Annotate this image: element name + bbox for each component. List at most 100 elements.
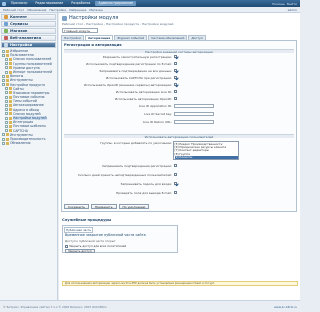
- logout-link[interactable]: Выйти: [287, 2, 297, 6]
- expand-toggle-icon[interactable]: [5, 129, 8, 133]
- option-row: Использовать CAPTCHA при регистрации:: [64, 75, 294, 80]
- expand-toggle-icon[interactable]: [5, 91, 8, 95]
- liveid-input[interactable]: [174, 111, 214, 116]
- expand-toggle-icon[interactable]: [2, 49, 5, 53]
- subbar-updates[interactable]: Обновления: [27, 8, 46, 12]
- expand-toggle-icon[interactable]: [5, 99, 8, 103]
- close-access-row: Закрыть доступ для всех посетителей: [65, 244, 126, 248]
- option-checkbox[interactable]: [174, 69, 177, 72]
- service-title: Служебные процедуры: [62, 218, 112, 222]
- apply-button[interactable]: Применить: [90, 204, 117, 209]
- subbar-shop[interactable]: Магазин: [89, 8, 102, 12]
- footer-link[interactable]: www.1c-bitrix.ru: [274, 305, 297, 309]
- expand-toggle-icon[interactable]: [2, 78, 5, 82]
- expand-toggle-icon[interactable]: [2, 133, 5, 137]
- liveid-input[interactable]: [174, 119, 214, 124]
- expand-toggle-icon[interactable]: [5, 57, 8, 61]
- option-checkbox[interactable]: [174, 76, 177, 79]
- tab-admin[interactable]: Администрирование: [95, 1, 137, 6]
- folder-icon: [9, 87, 12, 91]
- folder-icon: [6, 78, 9, 82]
- sidebar-group-content[interactable]: Контент: [1, 14, 56, 20]
- info-note: Для использования авторизации через Live…: [62, 281, 298, 286]
- expand-toggle-icon[interactable]: [2, 53, 5, 57]
- folder-icon: [6, 141, 9, 145]
- tab-edit[interactable]: Редактирование: [32, 1, 66, 6]
- tab-authorization[interactable]: Авторизация: [84, 35, 114, 40]
- tab-access[interactable]: Доступ: [188, 35, 206, 40]
- expand-toggle-icon[interactable]: [5, 62, 8, 66]
- tab-settings[interactable]: Настройки: [61, 35, 84, 40]
- save-button[interactable]: Сохранить: [64, 204, 89, 209]
- folder-icon: [6, 49, 9, 53]
- sidebar-tree-item[interactable]: Обновления: [2, 141, 57, 145]
- expand-toggle-icon[interactable]: [5, 95, 8, 99]
- expand-toggle-icon[interactable]: [5, 104, 8, 108]
- sidebar-group-shop[interactable]: Магазин: [1, 28, 56, 34]
- user-option-checkbox[interactable]: [174, 173, 177, 176]
- option-label: Использовать подтверждение регистрации п…: [86, 61, 172, 66]
- option-row: Использовать OpenID (внешние сервисы) ав…: [64, 82, 294, 87]
- module-select[interactable]: Главный модуль: [62, 28, 98, 33]
- settings-tree: Избранное Пользователи Список пользователе…: [0, 48, 57, 145]
- liveid-input[interactable]: [174, 103, 214, 108]
- sidebar: Контент Сервисы Магазин Веб-аналитика На…: [0, 13, 58, 300]
- expand-toggle-icon[interactable]: [2, 141, 5, 145]
- expand-toggle-icon[interactable]: [5, 112, 8, 116]
- option-checkbox[interactable]: [174, 83, 177, 86]
- tab-view[interactable]: Просмотр: [8, 1, 30, 6]
- footer-copyright: © Битрикс, Управление сайтом 7.1.x © 200…: [3, 304, 107, 309]
- user-option-checkbox[interactable]: [174, 191, 177, 194]
- subbar-settings[interactable]: Настройки: [49, 8, 66, 12]
- subbar-favorites[interactable]: Избранное: [69, 8, 86, 12]
- expand-toggle-icon[interactable]: [5, 116, 8, 120]
- help-link[interactable]: Помощь: [272, 2, 285, 6]
- option-checkbox[interactable]: [174, 97, 177, 100]
- expand-toggle-icon[interactable]: [5, 70, 8, 74]
- section-header-external-auth: Настройки внешней системы авторизации: [64, 49, 294, 54]
- liveid-row: Live ID Secret key:: [64, 111, 294, 116]
- logo-icon: [2, 1, 6, 6]
- user-option-row: Сколько дней хранить неподтвержденных по…: [64, 172, 294, 177]
- user-option-row: Проверять поля для вывода E-mail:: [64, 190, 294, 195]
- folder-icon: [9, 66, 12, 70]
- user-option-label: Сколько дней хранить неподтвержденных по…: [77, 172, 172, 177]
- current-user[interactable]: admin: [288, 8, 300, 12]
- option-row: Использовать подтверждение регистрации п…: [64, 61, 294, 66]
- option-checkbox[interactable]: [174, 90, 177, 93]
- tab-event-log[interactable]: Журнал событий: [114, 35, 148, 40]
- tab-develop[interactable]: Разработка: [68, 1, 93, 6]
- breadcrumb[interactable]: Рабочий стол - Настройки - Настройки про…: [62, 22, 173, 26]
- module-settings-icon: [62, 15, 67, 21]
- close-access-checkbox[interactable]: [65, 244, 68, 248]
- folder-icon: [9, 95, 12, 99]
- folder-icon: [9, 57, 12, 61]
- authorization-panel: Регистрация и авторизация Настройки внеш…: [61, 41, 297, 212]
- subbar-desktop[interactable]: Рабочий стол: [3, 8, 24, 12]
- group-option[interactable]: [9] Клиенты: [174, 155, 238, 159]
- sidebar-group-analytics[interactable]: Веб-аналитика: [1, 35, 56, 41]
- user-option-checkbox[interactable]: [174, 164, 177, 167]
- option-checkbox[interactable]: [174, 55, 177, 58]
- option-label: Разрешить самостоятельную регистрацию:: [102, 54, 172, 59]
- defaults-button[interactable]: По умолчанию: [118, 204, 150, 209]
- option-checkbox[interactable]: [174, 62, 177, 65]
- expand-toggle-icon[interactable]: [2, 137, 5, 141]
- expand-toggle-icon[interactable]: [2, 74, 5, 78]
- tab-update-system[interactable]: Система обновлений: [148, 35, 188, 40]
- option-label: Использовать CAPTCHA при регистрации:: [106, 75, 172, 80]
- expand-toggle-icon[interactable]: [5, 87, 8, 91]
- user-option-checkbox[interactable]: [174, 182, 177, 185]
- expand-toggle-icon[interactable]: [5, 66, 8, 70]
- expand-toggle-icon[interactable]: [5, 108, 8, 112]
- groups-multiselect[interactable]: [5] Раздел 'Производственность' [6] Юриди…: [173, 141, 239, 160]
- sidebar-group-services[interactable]: Сервисы: [1, 21, 56, 27]
- close-access-button[interactable]: Закрыть доступ: [65, 249, 95, 253]
- expand-toggle-icon[interactable]: [2, 83, 5, 87]
- settings-icon: [4, 43, 8, 47]
- option-label: Использовать авторизацию OpenID:: [114, 96, 172, 101]
- option-label: Запрашивать подтверждение на все данные:: [99, 68, 172, 73]
- service-heading: Временное закрытие публичной части сайта: [65, 233, 146, 237]
- expand-toggle-icon[interactable]: [5, 124, 8, 128]
- expand-toggle-icon[interactable]: [5, 120, 8, 124]
